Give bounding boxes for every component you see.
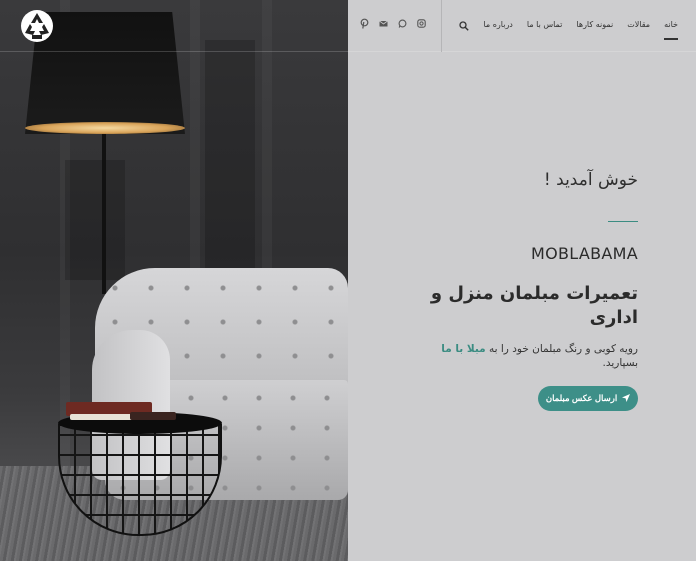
nav-item-articles[interactable]: مقالات <box>627 0 650 52</box>
book <box>130 412 176 420</box>
nav-item-contact[interactable]: تماس با ما <box>527 0 563 52</box>
pinterest-icon[interactable] <box>360 18 369 29</box>
email-icon[interactable] <box>379 18 388 29</box>
main-nav: خانه مقالات نمونه کارها تماس با ما دربار… <box>459 0 678 52</box>
brand-link[interactable]: مبلا با ما <box>441 343 485 355</box>
whatsapp-icon[interactable] <box>398 18 407 29</box>
lamp-pole <box>102 134 106 294</box>
nav-separator <box>441 0 442 52</box>
search-icon[interactable] <box>459 21 470 31</box>
hero-photo <box>0 0 348 561</box>
nav-item-about[interactable]: درباره ما <box>483 0 512 52</box>
hero-headline: تعمیرات مبلمان منزل و اداری <box>430 283 638 328</box>
brand-name: MOBLABAMA <box>531 244 638 263</box>
lamp-glow <box>25 122 185 134</box>
send-photo-label: ارسال عکس مبلمان <box>545 393 618 403</box>
site-header: خانه مقالات نمونه کارها تماس با ما دربار… <box>0 0 696 52</box>
send-photo-button[interactable]: ارسال عکس مبلمان <box>538 386 638 411</box>
hero-description: رویه کوبی و رنگ مبلمان خود را به مبلا با… <box>418 342 638 370</box>
social-links <box>360 18 426 29</box>
nav-item-home[interactable]: خانه <box>664 0 678 52</box>
hero-content: خوش آمدید ! MOBLABAMA تعمیرات مبلمان منز… <box>360 170 638 411</box>
wall-panel <box>205 40 255 270</box>
nav-item-portfolio[interactable]: نمونه کارها <box>576 0 613 52</box>
wall-panel <box>65 160 125 280</box>
recycle-icon[interactable] <box>18 8 56 44</box>
accent-divider <box>608 221 638 222</box>
welcome-heading: خوش آمدید ! <box>543 170 638 190</box>
description-text: رویه کوبی و رنگ مبلمان خود را به <box>489 343 638 355</box>
description-end: بسپارید. <box>602 357 639 369</box>
instagram-icon[interactable] <box>417 18 426 29</box>
send-icon <box>622 393 631 404</box>
